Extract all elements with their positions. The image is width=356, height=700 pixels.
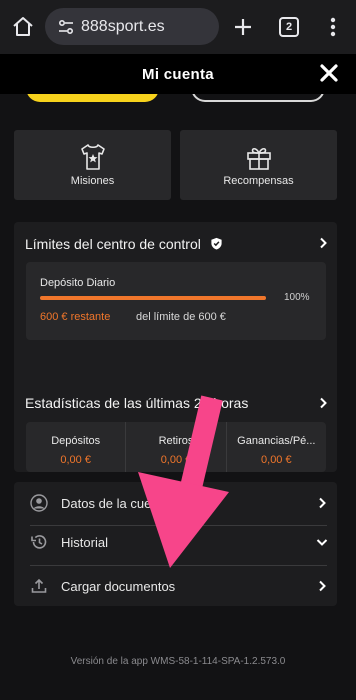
user-circle-icon bbox=[30, 494, 48, 512]
menu-label: Datos de la cuenta bbox=[61, 496, 170, 511]
address-bar[interactable]: 888sport.es bbox=[45, 8, 219, 45]
remaining-of-limit: del límite de 600 € bbox=[136, 311, 226, 323]
tile-recompensas[interactable]: Recompensas bbox=[180, 130, 337, 200]
menu-item-upload-documents[interactable]: Cargar documentos bbox=[14, 565, 337, 608]
chevron-down-icon bbox=[316, 539, 328, 546]
stat-value: 0,00 € bbox=[160, 454, 192, 466]
chevron-right-icon[interactable] bbox=[317, 237, 329, 249]
stat-label: Ganancias/Pé... bbox=[237, 435, 316, 447]
shirt-star-icon bbox=[80, 144, 105, 170]
upload-icon bbox=[31, 578, 47, 593]
withdraw-button-partial[interactable] bbox=[191, 94, 325, 102]
home-icon[interactable] bbox=[11, 15, 35, 39]
remaining-amount: 600 € restante bbox=[40, 311, 111, 323]
chevron-right-icon[interactable] bbox=[317, 397, 329, 409]
tile-label: Recompensas bbox=[223, 175, 294, 187]
app-version: Versión de la app WMS-58-1-114-SPA-1.2.5… bbox=[70, 656, 286, 667]
chevron-right-icon bbox=[319, 497, 326, 509]
menu-label: Historial bbox=[61, 535, 108, 550]
stat-label: Depósitos bbox=[51, 435, 101, 447]
close-icon[interactable] bbox=[318, 62, 340, 84]
site-settings-icon[interactable] bbox=[57, 18, 75, 36]
deposit-progress-bar bbox=[40, 296, 266, 300]
new-tab-icon[interactable] bbox=[231, 15, 255, 39]
gift-icon bbox=[246, 147, 271, 170]
chevron-right-icon bbox=[319, 580, 326, 592]
control-center-card: Límites del centro de control Depósito D… bbox=[14, 222, 337, 472]
stat-value: 0,00 € bbox=[261, 454, 292, 466]
deposit-progress-fill bbox=[40, 296, 266, 300]
limits-title: Límites del centro de control bbox=[25, 236, 201, 252]
stat-withdrawals: Retiros 0,00 € bbox=[125, 422, 225, 472]
progress-percent: 100% bbox=[284, 292, 310, 303]
stat-label: Retiros bbox=[158, 435, 194, 447]
deposit-button-partial[interactable] bbox=[26, 94, 159, 102]
menu-item-account-data[interactable]: Datos de la cuenta bbox=[14, 482, 337, 525]
more-options-icon[interactable] bbox=[325, 15, 341, 39]
account-header: Mi cuenta bbox=[0, 54, 356, 94]
daily-deposit-limit: Depósito Diario 100% 600 € restante del … bbox=[26, 262, 326, 340]
history-icon bbox=[31, 535, 47, 549]
deposit-limit-label: Depósito Diario bbox=[40, 277, 116, 289]
stat-winnings: Ganancias/Pé... 0,00 € bbox=[225, 422, 326, 472]
stats-box: Depósitos 0,00 € Retiros 0,00 € Ganancia… bbox=[26, 422, 326, 472]
tab-switcher-button[interactable]: 2 bbox=[279, 17, 299, 37]
tile-misiones[interactable]: Misiones bbox=[14, 130, 171, 200]
menu-item-history[interactable]: Historial bbox=[14, 521, 337, 564]
limits-title-row[interactable]: Límites del centro de control bbox=[25, 236, 223, 252]
tile-label: Misiones bbox=[70, 175, 115, 187]
shield-check-icon bbox=[211, 237, 222, 250]
stat-deposits: Depósitos 0,00 € bbox=[26, 422, 125, 472]
menu-label: Cargar documentos bbox=[61, 579, 176, 594]
screen: 888sport.es 2 Mi cuenta Misiones Recompe… bbox=[0, 0, 356, 700]
stats-title[interactable]: Estadísticas de las últimas 24 horas bbox=[25, 395, 248, 411]
account-menu-card: Datos de la cuenta Historial Cargar docu… bbox=[14, 482, 337, 606]
browser-toolbar: 888sport.es 2 bbox=[0, 0, 356, 54]
account-content: Misiones Recompensas Límites del centro … bbox=[0, 94, 356, 700]
stat-value: 0,00 € bbox=[60, 454, 91, 466]
page-title: Mi cuenta bbox=[142, 66, 214, 83]
url-text: 888sport.es bbox=[81, 17, 165, 35]
